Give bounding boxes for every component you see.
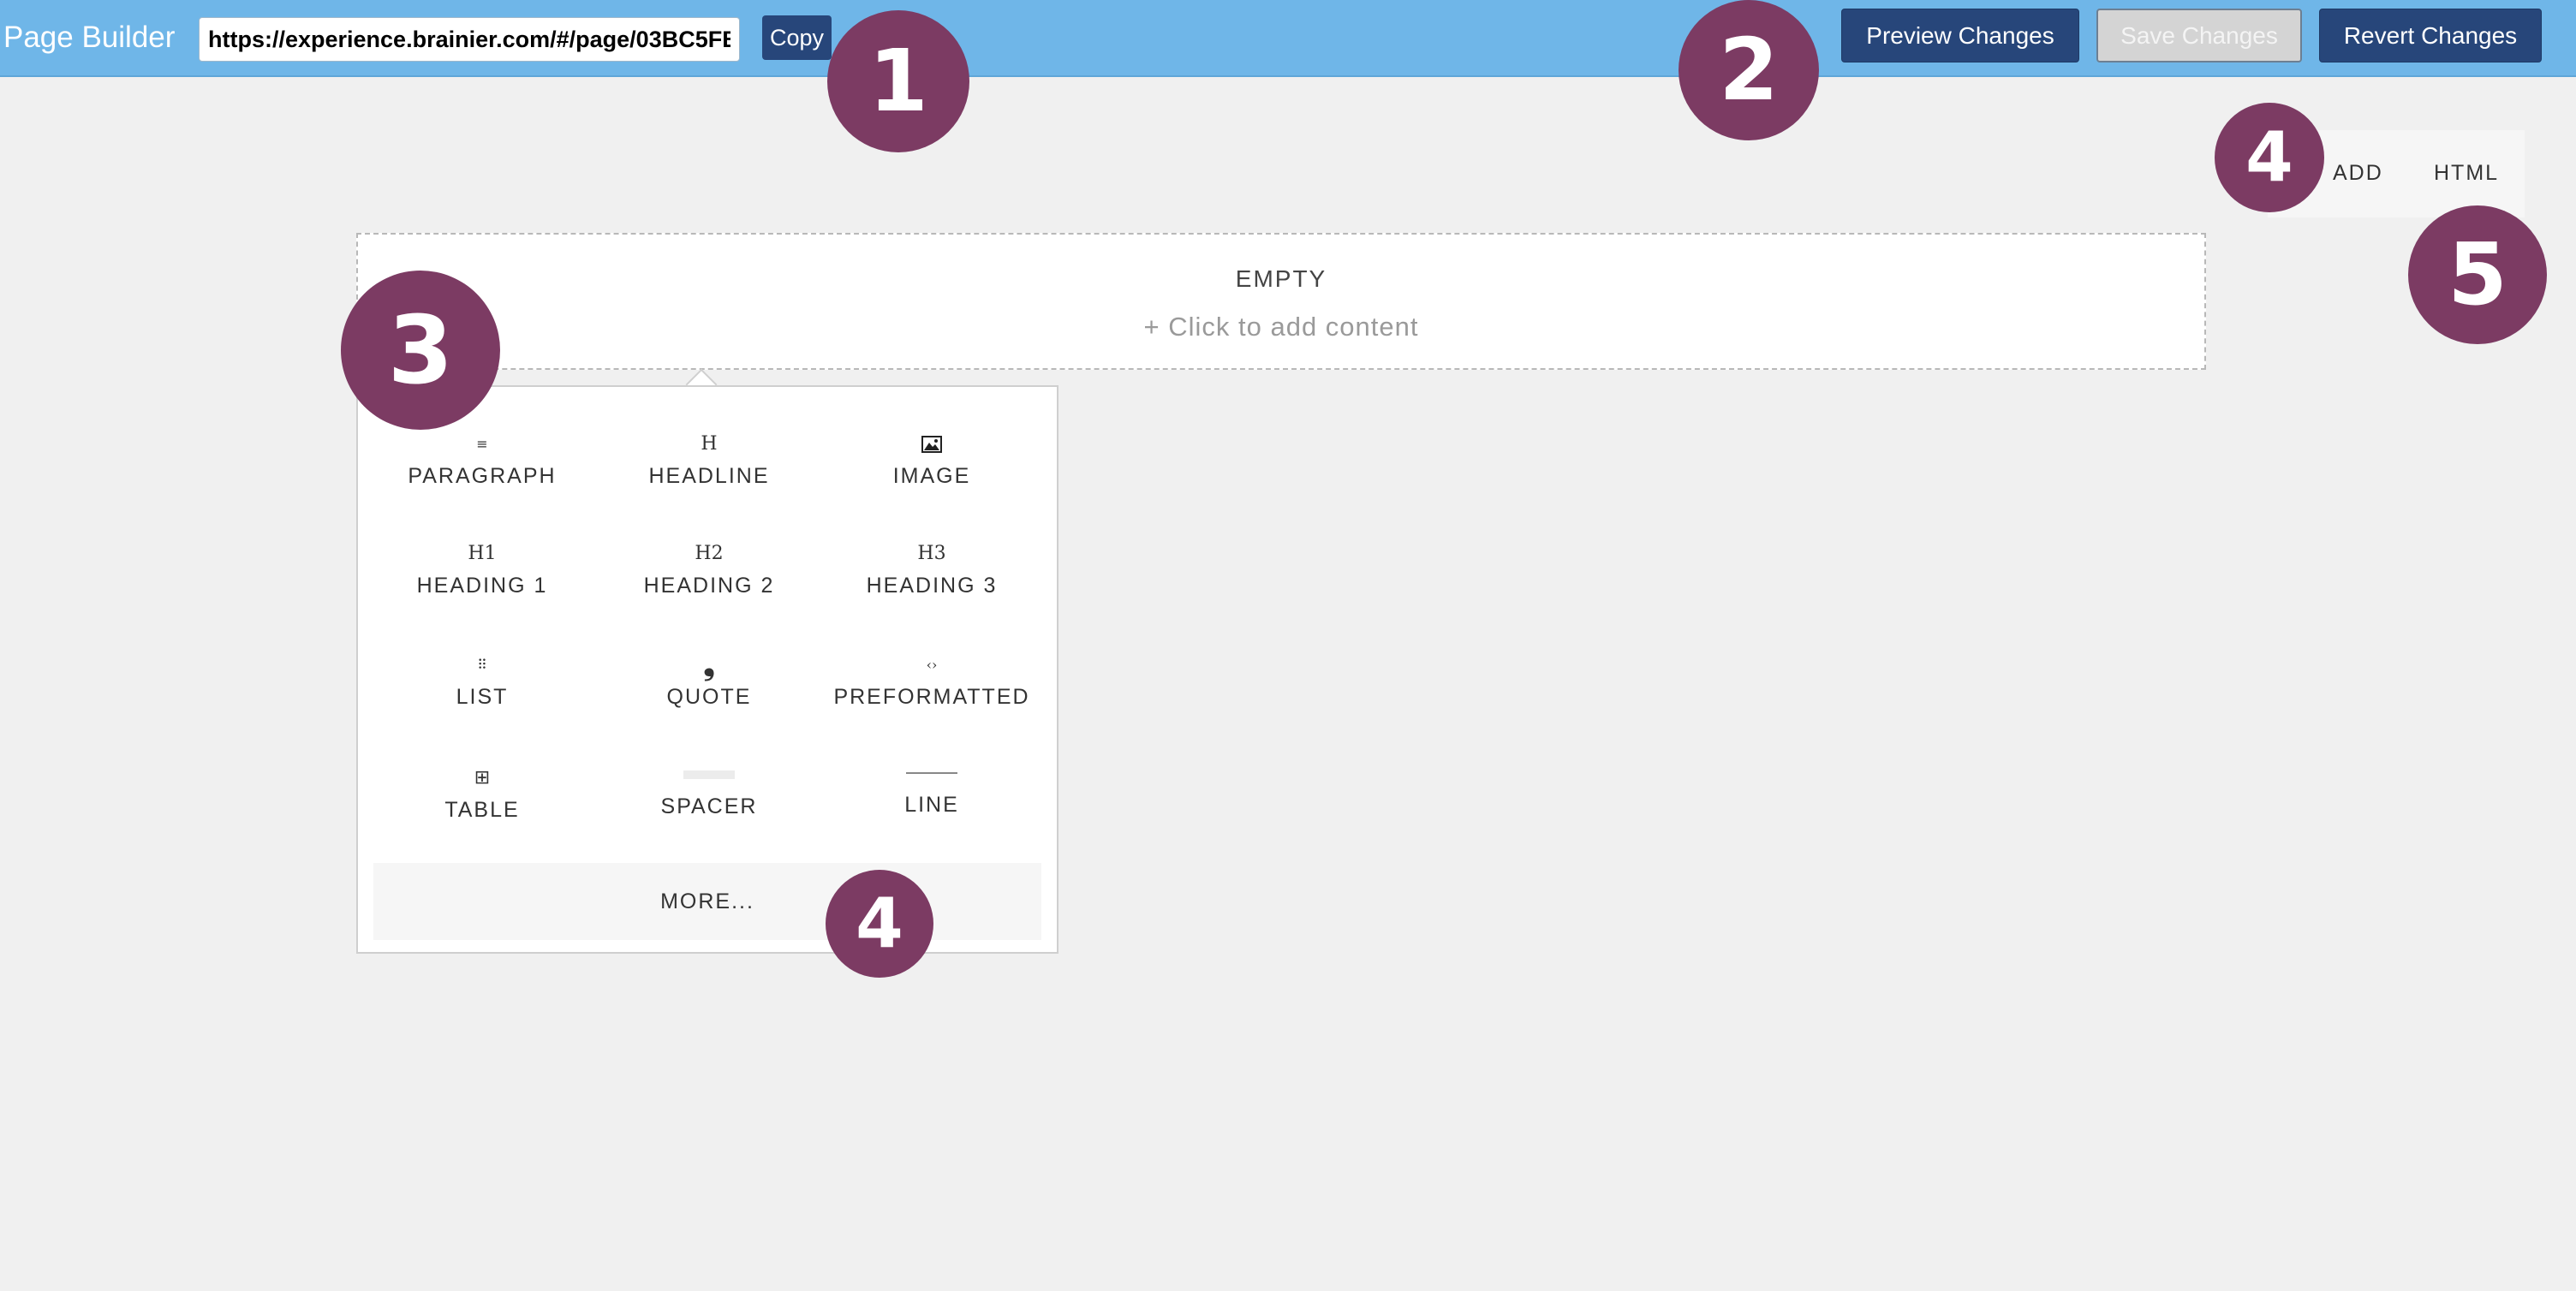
code-icon: ‹›	[926, 657, 938, 673]
add-quote-option[interactable]: ❟ QUOTE	[598, 648, 820, 738]
heading-2-icon: H2	[695, 543, 724, 564]
option-label: LINE	[904, 793, 959, 817]
line-icon	[820, 760, 1043, 786]
add-heading-2-option[interactable]: H2 HEADING 2	[598, 541, 820, 627]
paragraph-icon: ≡	[476, 436, 488, 452]
option-label: QUOTE	[666, 685, 752, 709]
add-content-hint[interactable]: + Click to add content	[358, 312, 2204, 342]
add-heading-3-option[interactable]: H3 HEADING 3	[820, 541, 1043, 627]
save-changes-button[interactable]: Save Changes	[2096, 9, 2302, 62]
more-options-button[interactable]: MORE...	[373, 863, 1041, 940]
page-url-field[interactable]	[199, 17, 740, 62]
callout-5: 5	[2408, 205, 2547, 344]
callout-4-tabs: 4	[2215, 103, 2324, 212]
add-spacer-option[interactable]: SPACER	[598, 762, 820, 848]
empty-label: EMPTY	[1235, 265, 1327, 292]
option-label: HEADING 3	[866, 574, 998, 598]
add-element-menu: ≡ PARAGRAPH H HEADLINE IMAGE H1 HEADING …	[356, 385, 1058, 954]
revert-changes-button[interactable]: Revert Changes	[2319, 9, 2542, 62]
option-label: IMAGE	[892, 464, 971, 488]
callout-3: 3	[341, 271, 500, 430]
option-label: HEADLINE	[648, 464, 770, 488]
callout-1: 1	[827, 10, 969, 152]
option-label: SPACER	[660, 794, 758, 818]
image-icon	[820, 431, 1043, 457]
preview-changes-button[interactable]: Preview Changes	[1841, 9, 2079, 62]
tab-add[interactable]: ADD	[2333, 161, 2383, 186]
callout-2: 2	[1679, 0, 1819, 140]
add-heading-1-option[interactable]: H1 HEADING 1	[371, 541, 593, 627]
option-label: HEADING 1	[416, 574, 548, 598]
add-list-option[interactable]: ⠿ LIST	[371, 652, 593, 738]
option-label: HEADING 2	[643, 574, 775, 598]
option-label: TABLE	[444, 798, 520, 822]
heading-3-icon: H3	[917, 543, 946, 564]
spacer-icon	[598, 762, 820, 788]
top-bar: Page Builder Copy Preview Changes Save C…	[0, 0, 2576, 77]
option-label: PARAGRAPH	[408, 464, 557, 488]
add-preformatted-option[interactable]: ‹› PREFORMATTED	[820, 652, 1043, 738]
tab-html[interactable]: HTML	[2434, 161, 2499, 186]
heading-1-icon: H1	[468, 543, 497, 564]
quote-icon: ❟	[703, 648, 715, 682]
empty-content-block[interactable]: EMPTY + Click to add content	[356, 233, 2206, 370]
add-table-option[interactable]: ⊞ TABLE	[371, 765, 593, 851]
add-headline-option[interactable]: H HEADLINE	[598, 431, 820, 517]
add-image-option[interactable]: IMAGE	[820, 431, 1043, 517]
table-icon: ⊞	[474, 767, 491, 788]
copy-url-button[interactable]: Copy	[762, 15, 832, 60]
headline-icon: H	[701, 433, 718, 455]
add-line-option[interactable]: LINE	[820, 760, 1043, 846]
callout-4-more: 4	[826, 870, 933, 978]
option-label: PREFORMATTED	[833, 685, 1030, 709]
option-label: LIST	[456, 685, 509, 709]
add-paragraph-option[interactable]: ≡ PARAGRAPH	[371, 431, 593, 517]
app-title: Page Builder	[3, 21, 176, 54]
list-icon: ⠿	[477, 657, 487, 673]
